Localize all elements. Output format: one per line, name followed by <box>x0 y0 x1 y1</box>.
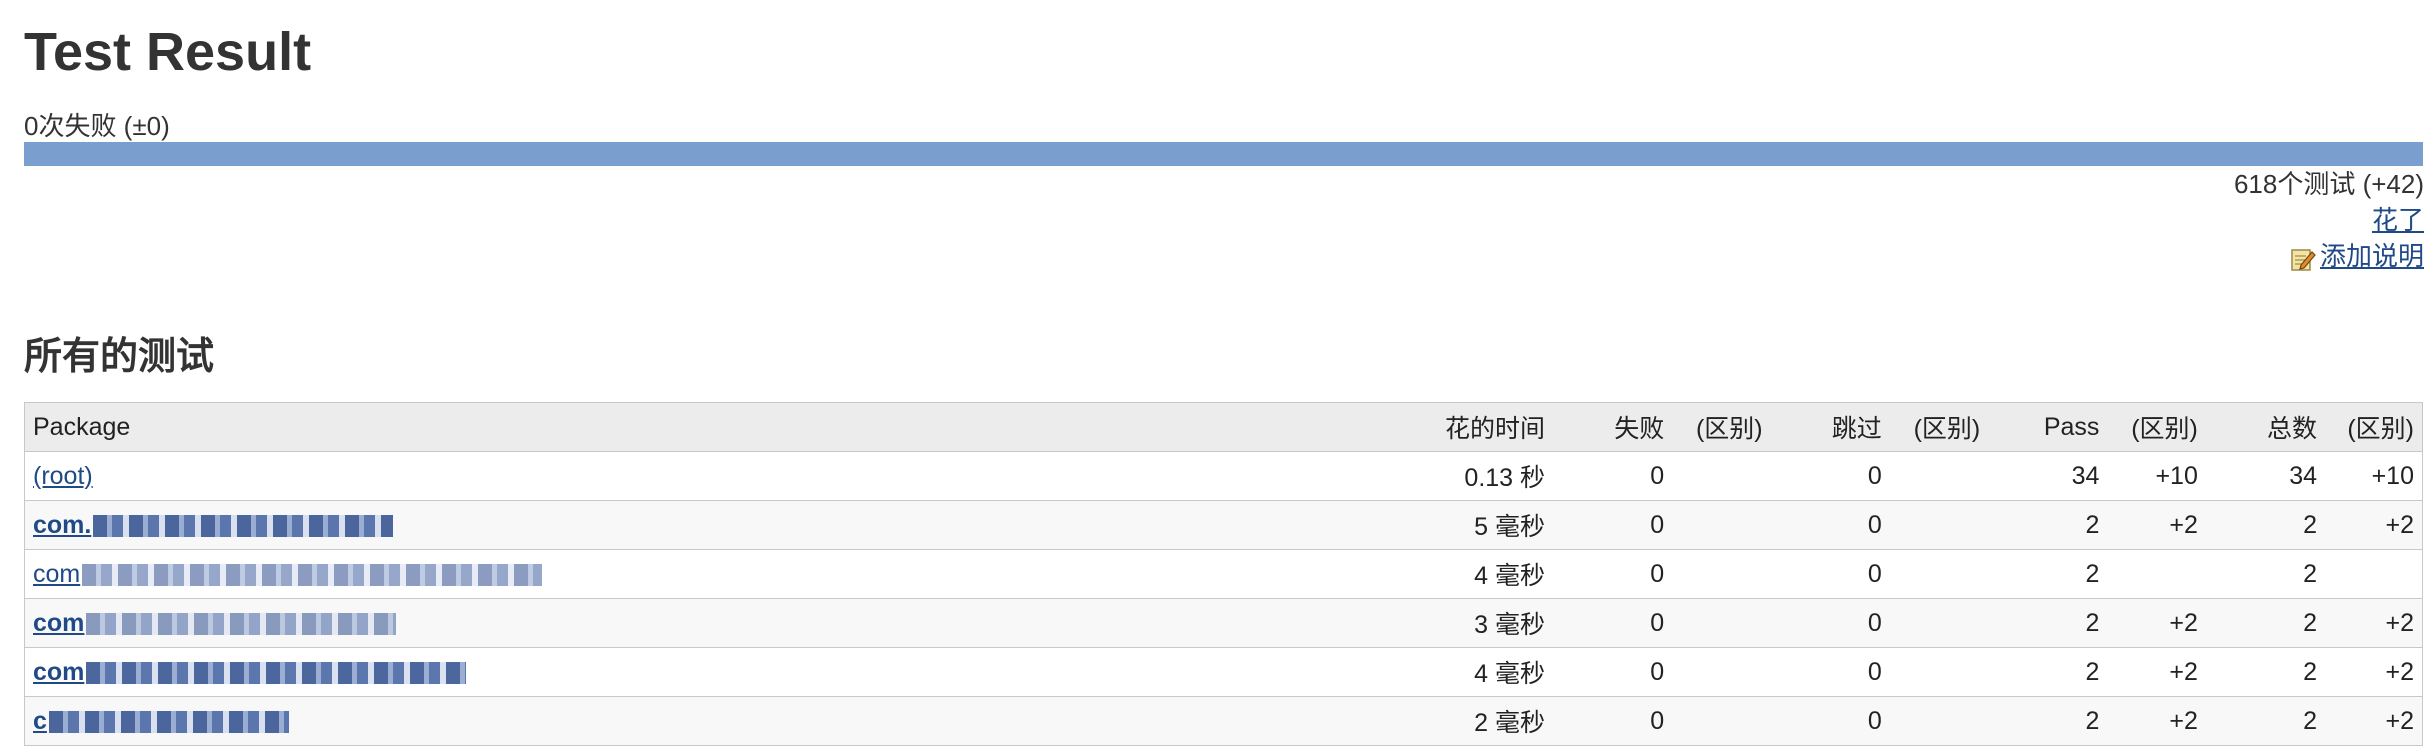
col-header-fail-diff[interactable]: (区别) <box>1672 402 1771 452</box>
skip-cell: 0 <box>1770 598 1890 648</box>
skip-diff-cell <box>1889 549 1989 599</box>
pass-cell: 2 <box>1988 647 2108 697</box>
fail-diff-cell <box>1672 451 1771 501</box>
test-count: 618个测试 (+42) <box>2233 169 2424 199</box>
skip-cell: 0 <box>1770 500 1890 550</box>
total-diff-cell: +10 <box>2325 451 2424 501</box>
duration-cell: 4 毫秒 <box>1413 549 1554 599</box>
fail-diff-cell <box>1672 696 1771 746</box>
all-tests-heading: 所有的测试 <box>24 336 215 378</box>
pass-progress-bar <box>24 142 2423 166</box>
fail-cell: 0 <box>1553 451 1673 501</box>
fail-cell: 0 <box>1553 598 1673 648</box>
skip-diff-cell <box>1889 500 1989 550</box>
fail-diff-cell <box>1672 500 1771 550</box>
col-header-pass[interactable]: Pass <box>1988 402 2108 452</box>
redacted-package-name <box>86 661 467 684</box>
test-results-table: Package 花的时间 失败 (区别) 跳过 (区别) Pass (区别) 总… <box>24 402 2424 746</box>
total-cell: 2 <box>2205 647 2326 697</box>
fail-diff-cell <box>1672 598 1771 648</box>
duration-cell: 3 毫秒 <box>1413 598 1554 648</box>
col-header-duration[interactable]: 花的时间 <box>1413 402 1554 452</box>
total-diff-cell <box>2325 549 2424 599</box>
skip-diff-cell <box>1889 598 1989 648</box>
fail-cell: 0 <box>1553 696 1673 746</box>
pass-cell: 2 <box>1988 598 2108 648</box>
page-title: Test Result <box>24 22 312 82</box>
pass-diff-cell: +2 <box>2107 598 2206 648</box>
table-row: c 2 毫秒 0 0 2 +2 2 +2 <box>24 696 2424 746</box>
pass-diff-cell: +2 <box>2107 500 2206 550</box>
col-header-skip-diff[interactable]: (区别) <box>1889 402 1989 452</box>
col-header-pass-diff[interactable]: (区别) <box>2107 402 2206 452</box>
edit-note-icon[interactable] <box>2290 245 2316 271</box>
pass-diff-cell: +10 <box>2107 451 2206 501</box>
pass-cell: 2 <box>1988 696 2108 746</box>
total-cell: 2 <box>2205 500 2326 550</box>
package-link[interactable]: com <box>33 609 84 637</box>
duration-cell: 0.13 秒 <box>1413 451 1554 501</box>
total-diff-cell: +2 <box>2325 500 2424 550</box>
pass-diff-cell: +2 <box>2107 647 2206 697</box>
skip-diff-cell <box>1889 696 1989 746</box>
col-header-total-diff[interactable]: (区别) <box>2325 402 2424 452</box>
skip-diff-cell <box>1889 451 1989 501</box>
redacted-package-name <box>48 710 289 733</box>
table-row: com 4 毫秒 0 0 2 2 <box>24 549 2424 599</box>
package-link[interactable]: com <box>33 658 84 686</box>
fail-diff-cell <box>1672 647 1771 697</box>
fail-diff-cell <box>1672 549 1771 599</box>
total-cell: 34 <box>2205 451 2326 501</box>
package-link[interactable]: com <box>33 560 80 588</box>
skip-cell: 0 <box>1770 696 1890 746</box>
table-row: com. 5 毫秒 0 0 2 +2 2 +2 <box>24 500 2424 550</box>
fail-cell: 0 <box>1553 647 1673 697</box>
table-header-row: Package 花的时间 失败 (区别) 跳过 (区别) Pass (区别) 总… <box>24 402 2424 452</box>
pass-cell: 2 <box>1988 500 2108 550</box>
duration-cell: 5 毫秒 <box>1413 500 1554 550</box>
redacted-package-name <box>93 514 394 537</box>
col-header-total[interactable]: 总数 <box>2205 402 2326 452</box>
total-diff-cell: +2 <box>2325 696 2424 746</box>
total-cell: 2 <box>2205 598 2326 648</box>
package-link[interactable]: com. <box>33 511 91 539</box>
col-header-fail[interactable]: 失败 <box>1553 402 1673 452</box>
redacted-package-name <box>82 563 543 586</box>
col-header-skip[interactable]: 跳过 <box>1770 402 1890 452</box>
table-row: com 3 毫秒 0 0 2 +2 2 +2 <box>24 598 2424 648</box>
fail-cell: 0 <box>1553 549 1673 599</box>
duration-link[interactable]: 花了 <box>2372 205 2424 235</box>
table-row: (root) 0.13 秒 0 0 34 +10 34 +10 <box>24 451 2424 501</box>
skip-diff-cell <box>1889 647 1989 697</box>
skip-cell: 0 <box>1770 647 1890 697</box>
pass-diff-cell: +2 <box>2107 696 2206 746</box>
total-diff-cell: +2 <box>2325 598 2424 648</box>
skip-cell: 0 <box>1770 451 1890 501</box>
pass-cell: 34 <box>1988 451 2108 501</box>
redacted-package-name <box>86 612 397 635</box>
fail-cell: 0 <box>1553 500 1673 550</box>
skip-cell: 0 <box>1770 549 1890 599</box>
package-link[interactable]: (root) <box>33 462 93 490</box>
pass-cell: 2 <box>1988 549 2108 599</box>
add-description-link[interactable]: 添加说明 <box>2320 238 2424 274</box>
col-header-package[interactable]: Package <box>24 402 1414 452</box>
pass-diff-cell <box>2107 549 2206 599</box>
package-link[interactable]: c <box>33 707 47 735</box>
table-row: com 4 毫秒 0 0 2 +2 2 +2 <box>24 647 2424 697</box>
test-summary-panel: 618个测试 (+42) 花了 添加说明 <box>2234 166 2424 274</box>
fail-summary: 0次失败 (±0) <box>24 111 170 141</box>
total-diff-cell: +2 <box>2325 647 2424 697</box>
duration-cell: 2 毫秒 <box>1413 696 1554 746</box>
duration-cell: 4 毫秒 <box>1413 647 1554 697</box>
total-cell: 2 <box>2205 696 2326 746</box>
total-cell: 2 <box>2205 549 2326 599</box>
test-result-page: Test Result 0次失败 (±0) 618个测试 (+42) 花了 添加… <box>0 0 2430 756</box>
